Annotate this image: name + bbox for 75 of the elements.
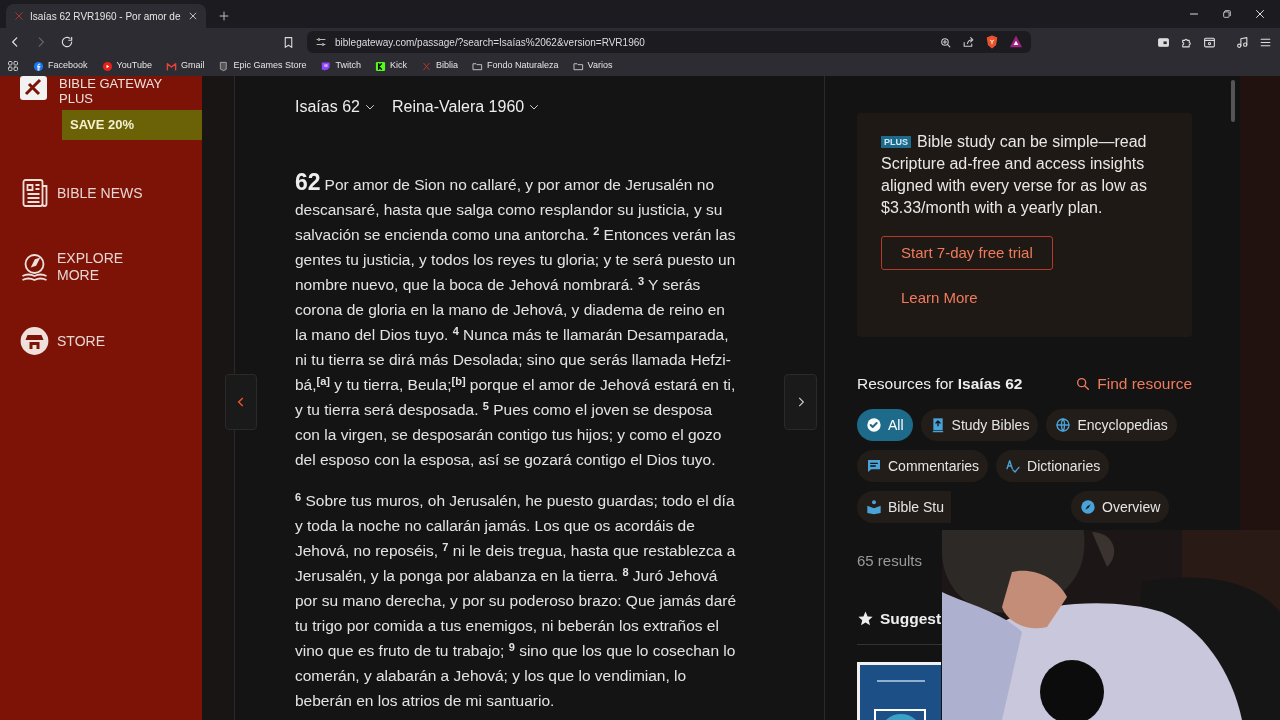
filter-chip[interactable]: Study Bibles xyxy=(920,409,1039,442)
bookmark[interactable]: Varios xyxy=(572,59,613,73)
triangle-icon[interactable] xyxy=(1009,35,1023,49)
bookmark[interactable]: Biblia xyxy=(421,59,458,73)
filter-chip[interactable]: Overview xyxy=(1071,491,1170,524)
spellcheck-icon xyxy=(1005,458,1022,475)
newspaper-icon[interactable] xyxy=(20,178,49,208)
check-circle-icon xyxy=(866,417,882,434)
wallet-icon[interactable] xyxy=(1203,35,1216,49)
tab-title: Isaías 62 RVR1960 - Por amor de xyxy=(30,9,182,24)
facebook-icon xyxy=(33,60,44,72)
reader-icon xyxy=(866,499,882,516)
close-icon[interactable] xyxy=(188,11,198,21)
trial-button[interactable]: Start 7-day free trial xyxy=(881,236,1053,270)
store-icon[interactable] xyxy=(20,326,49,356)
game-store-icon xyxy=(218,60,230,72)
apps-grid-icon[interactable] xyxy=(7,60,19,72)
bible-logo-icon xyxy=(421,60,432,72)
promo-banner[interactable]: SAVE 20% xyxy=(62,110,202,140)
compass-book-icon[interactable] xyxy=(20,252,49,282)
restore-icon[interactable] xyxy=(1222,9,1232,19)
kick-icon xyxy=(374,60,386,72)
results-count: 65 results xyxy=(857,551,924,572)
brand-text: BIBLE GATEWAY xyxy=(59,76,163,91)
lion-shield-icon[interactable] xyxy=(985,35,999,49)
scrollbar-thumb[interactable] xyxy=(1230,80,1235,122)
bookmark[interactable]: Kick xyxy=(374,59,407,73)
browser-tab[interactable]: Isaías 62 RVR1960 - Por amor de xyxy=(6,4,206,28)
chat-icon xyxy=(866,458,882,475)
logo-icon[interactable] xyxy=(20,76,47,100)
nav-link[interactable]: BIBLE NEWS xyxy=(57,184,149,202)
nav-link[interactable]: STORE xyxy=(57,332,149,350)
zoom-icon[interactable] xyxy=(939,35,952,49)
bookmark[interactable]: YouTube xyxy=(101,59,152,73)
dropdown[interactable]: Reina-Valera 1960 xyxy=(391,95,541,119)
section-title: Suggest xyxy=(880,608,942,629)
passage-paragraph: $^{6}$ Sobre tus muros, oh Jerusalén, he puesto guardas; todo el día y toda la noche no callarán jamás. Los que os acordáis de Jehová, no reposéis, $^{7}$ ni le deis tregua, hasta que restablezca a Jerusalén, y la ponga por alabanza en la tierra. $^{8}$ Juró Jehová por su mano derecha, y por su poderoso brazo: Que jamás daré tu trigo por comida a tus enemigos, ni beberán los extraños el vino que es fruto de tu trabajo; $^{9}$ sino que los que lo cosechan lo comerán, y alabarán a Jehová; y los que lo vendimian, lo beberán en los atrios de mi santuario. xyxy=(295,489,738,711)
nav-link[interactable]: EXPLORE MORE xyxy=(57,250,149,284)
filter-chip[interactable]: Dictionaries xyxy=(996,450,1110,483)
site-settings-icon[interactable] xyxy=(315,36,327,48)
filter-chip[interactable]: Bible Stu xyxy=(857,491,951,524)
twitch-icon xyxy=(320,60,332,72)
dropdown[interactable]: Isaías 62 xyxy=(295,95,376,119)
bookmark[interactable]: Gmail xyxy=(165,59,205,73)
url-text: biblegateway.com/passage/?search=Isaías%2062&version=RVR1960 xyxy=(335,35,645,50)
find-resource-link[interactable]: Find resource xyxy=(1075,372,1192,396)
bookmark[interactable]: Fondo Naturaleza xyxy=(472,59,559,73)
reload-icon[interactable] xyxy=(60,35,74,49)
bookmark[interactable]: Epic Games Store xyxy=(218,59,307,73)
folder-icon xyxy=(572,60,584,72)
passage-paragraph: 62 Por amor de Sion no callaré, y por amor de Jerusalén no descansaré, hasta que salga como resplandor su justicia, y su salvación se encienda como una antorcha. $^{2}$ Entonces verán las gentes tu justicia, y todos los reyes tu gloria; y te será puesto un nombre nuevo, que la boca de Jehová nombrará. $^{3}$ Y serás corona de gloria en la mano de Jehová, y diadema de reino en la mano del Dios tuyo. $^{4}$ Nunca más te llamarán Desamparada, ni tu tierra se dirá más Desolada; sino que serás llamada Hefzi-bá,$^{[a]}$ y tu tierra, Beula;$^{[b]}$ porque el amor de Jehová estará en ti, y tu tierra será desposada. $^{5}$ Pues como el joven se desposa con la virgen, se desposarán contigo tus hijos; y como el gozo del esposo con la esposa, así se gozará contigo el Dios tuyo. xyxy=(295,170,737,470)
promo-text: PLUS Bible study can be simple—read Scripture ad-free and access insights aligned with every verse for as low as $3.33/month with a yearly plan. xyxy=(881,132,1148,218)
learn-more-link[interactable]: Learn More xyxy=(901,289,978,306)
star-icon xyxy=(857,609,874,627)
compass-icon xyxy=(1080,499,1096,516)
close-icon[interactable] xyxy=(1254,8,1266,20)
filter-chip[interactable]: All xyxy=(857,409,913,442)
sidebar-icon[interactable] xyxy=(1157,35,1170,49)
share-icon[interactable] xyxy=(962,35,975,49)
address-bar[interactable]: biblegateway.com/passage/?search=Isaías%2062&version=RVR1960 xyxy=(307,31,1031,53)
bookmark[interactable]: Twitch xyxy=(320,59,361,73)
filter-chip[interactable]: Encyclopedias xyxy=(1046,409,1177,442)
section-title: Resources for Isaías 62 xyxy=(857,374,1023,394)
mail-icon xyxy=(165,60,177,72)
globe-icon xyxy=(1055,417,1072,434)
bookmark[interactable]: Facebook xyxy=(33,59,88,73)
music-icon[interactable] xyxy=(1236,35,1249,49)
search-icon xyxy=(1075,375,1092,392)
bible-logo-icon xyxy=(14,11,24,21)
play-icon xyxy=(101,60,113,72)
new-tab-icon[interactable] xyxy=(218,10,230,22)
filter-chip[interactable]: Commentaries xyxy=(857,450,989,483)
bookmark-icon[interactable] xyxy=(282,35,295,49)
folder-icon xyxy=(472,60,483,72)
brand-text: PLUS xyxy=(59,91,94,106)
